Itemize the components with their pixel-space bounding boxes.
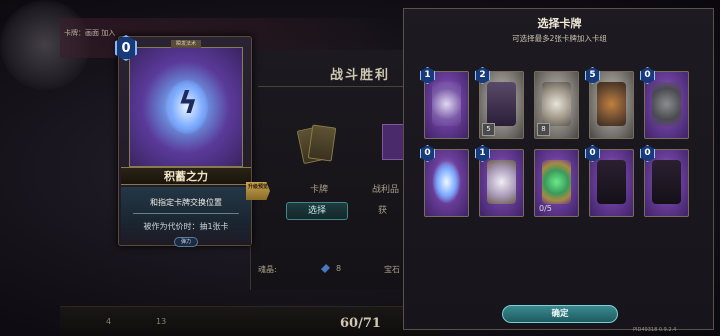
preview-card: ϟ 瞬发法术 0 积蓄之力 和指定卡牌交换位置 被作为代价时：抽1张卡 弹力 xyxy=(115,35,252,247)
lightning-orb-icon: ϟ xyxy=(129,47,243,167)
cloaked-figure-icon xyxy=(487,82,516,126)
bolt-icon: ϟ xyxy=(178,86,198,121)
stats-label: 魂晶: xyxy=(258,265,277,274)
bottom-stat-2: 13 xyxy=(156,317,167,326)
stats-gem-label: 宝石 xyxy=(384,265,400,274)
divider xyxy=(258,86,408,87)
card-type-tag: 瞬发法术 xyxy=(171,40,201,48)
version-label: PID49318 0.9.2.4 xyxy=(633,327,677,333)
card-option[interactable]: 0 xyxy=(640,145,689,217)
card-name: 积蓄之力 xyxy=(121,167,251,185)
bottom-stat-1: 4 xyxy=(106,317,112,326)
card-option[interactable]: 8 xyxy=(534,71,579,139)
keyword-tag[interactable]: 弹力 xyxy=(174,237,198,247)
card-option[interactable]: 0 xyxy=(640,67,689,139)
card-cost-badge: 0 xyxy=(420,145,435,162)
card-cost-badge: 0 xyxy=(640,67,655,84)
mech-robot-icon xyxy=(597,82,626,126)
crystal-ring-icon xyxy=(542,160,571,204)
lightning-orb-icon xyxy=(432,160,461,204)
card-count-badge: 5 xyxy=(482,123,495,136)
victory-title: 战斗胜利 xyxy=(330,68,391,83)
stats-row: 魂晶: 8 宝石 xyxy=(258,260,408,278)
stats-gem-value: 8 xyxy=(336,264,342,273)
card-effect-text: 和指定卡牌交换位置 xyxy=(150,198,222,207)
reward-select-button[interactable]: 选择 xyxy=(286,202,348,220)
card-option[interactable]: 1 xyxy=(475,145,524,217)
reward-loot-label: 战利品 xyxy=(372,185,400,195)
panel-title: 选择卡牌 xyxy=(537,17,582,30)
card-cost-effect-text: 被作为代价时：抽1张卡 xyxy=(143,222,229,231)
card-cost-badge: 1 xyxy=(420,67,435,84)
upgrade-preview-button[interactable]: 升级预览 xyxy=(246,182,270,200)
armor-helm-icon xyxy=(542,82,571,126)
hint-text: 卡牌：画面 加入 xyxy=(64,29,116,37)
confirm-button[interactable]: 确定 xyxy=(502,305,618,323)
divider xyxy=(133,213,239,214)
knight-silhouette-icon xyxy=(597,160,626,204)
card-count-badge: 8 xyxy=(537,123,550,136)
panel-subtitle: 可选择最多2张卡牌加入卡组 xyxy=(512,34,607,43)
beast-silhouette-icon xyxy=(652,160,681,204)
card-option[interactable]: 0 xyxy=(420,145,469,217)
card-option[interactable]: 1 xyxy=(420,67,469,139)
broken-shield-icon xyxy=(432,82,461,126)
card-stack-icon xyxy=(296,122,337,166)
progress-counter: 60/71 xyxy=(340,316,381,331)
card-option[interactable]: 2 5 xyxy=(475,67,524,139)
crystal-shield-icon xyxy=(487,160,516,204)
card-cost-badge: 0 xyxy=(585,145,600,162)
card-cost-badge: 1 xyxy=(475,145,490,162)
card-cost-badge: 2 xyxy=(475,67,490,84)
reward-card-label: 卡牌 xyxy=(310,185,329,195)
card-option[interactable]: 5 xyxy=(585,67,634,139)
bottom-bar: 4 13 xyxy=(60,306,440,336)
card-option[interactable]: 0 xyxy=(585,145,634,217)
card-select-panel: 选择卡牌 可选择最多2张卡牌加入卡组 1 2 5 8 5 0 0 1 0/5 0… xyxy=(403,8,714,330)
reward-loot-button[interactable]: 获 xyxy=(378,202,406,220)
card-cost-badge: 0 xyxy=(640,145,655,162)
card-cost-badge: 5 xyxy=(585,67,600,84)
card-usage-counter: 0/5 xyxy=(539,204,552,213)
gauntlet-icon xyxy=(652,82,681,126)
card-option[interactable]: 0/5 xyxy=(534,149,579,217)
